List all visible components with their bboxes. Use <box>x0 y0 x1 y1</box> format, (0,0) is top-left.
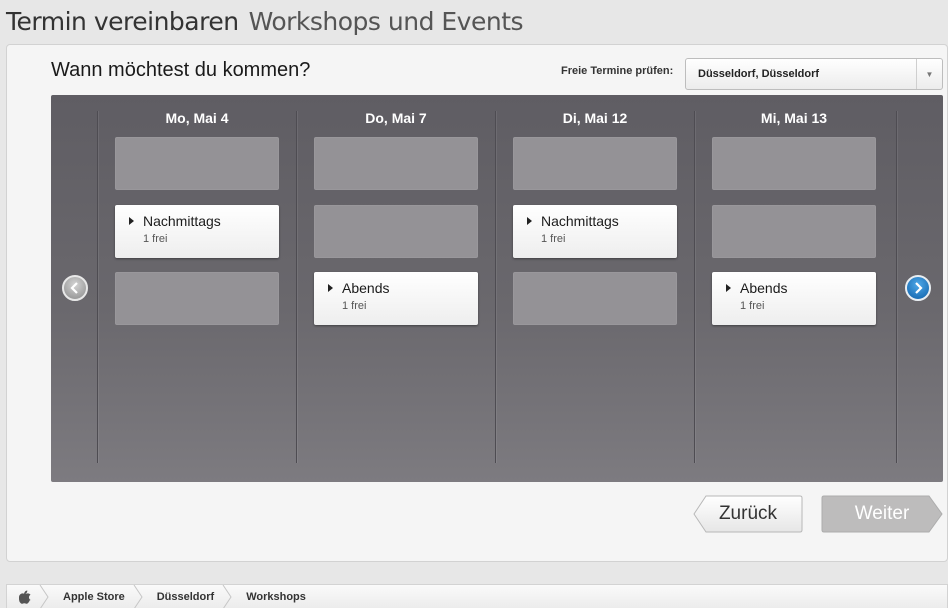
day-header: Di, Mai 12 <box>562 110 628 126</box>
triangle-right-icon <box>129 217 134 225</box>
calendar-grid: Mo, Mai 4 Nachmittags 1 frei Do, Mai 7 Abend… <box>51 95 943 482</box>
chevron-right-icon <box>915 282 923 294</box>
column-divider <box>495 111 496 463</box>
triangle-right-icon <box>527 217 532 225</box>
column-divider <box>896 111 897 463</box>
day-column: Do, Mai 7 Abends 1 frei <box>314 95 478 482</box>
store-select[interactable]: Düsseldorf, Düsseldorf ▼ <box>685 58 943 90</box>
chevron-left-icon <box>70 282 78 294</box>
column-divider <box>694 111 695 463</box>
time-slot-unavailable <box>115 137 279 190</box>
next-button-label: Weiter <box>854 503 910 524</box>
time-slot-unavailable <box>712 205 876 258</box>
time-slot-unavailable <box>513 272 677 325</box>
time-slot-label: Abends <box>342 280 390 296</box>
time-slot-available[interactable]: Nachmittags 1 frei <box>513 205 677 258</box>
breadcrumb-item[interactable]: Düsseldorf <box>139 584 232 608</box>
time-slot-available[interactable]: Nachmittags 1 frei <box>115 205 279 258</box>
triangle-right-icon <box>328 284 333 292</box>
time-slot-unavailable <box>712 137 876 190</box>
time-slot-count: 1 frei <box>143 233 168 245</box>
time-slot-label: Nachmittags <box>541 213 619 229</box>
triangle-right-icon <box>726 284 731 292</box>
booking-question: Wann möchtest du kommen? <box>51 59 311 81</box>
day-header: Mi, Mai 13 <box>760 110 828 126</box>
column-divider <box>296 111 297 463</box>
day-column: Di, Mai 12 Nachmittags 1 frei <box>513 95 677 482</box>
breadcrumb-item[interactable]: Workshops <box>228 585 320 608</box>
time-slot-label: Abends <box>740 280 788 296</box>
back-button[interactable]: Zurück <box>693 495 803 533</box>
time-slot-unavailable <box>314 205 478 258</box>
time-slot-count: 1 frei <box>541 233 566 245</box>
chevron-down-icon[interactable]: ▼ <box>916 59 942 89</box>
booking-panel: Wann möchtest du kommen? Freie Termine p… <box>6 44 948 562</box>
page-title: Termin vereinbaren <box>6 6 239 36</box>
breadcrumb-label: Düsseldorf <box>156 590 215 603</box>
column-divider <box>97 111 98 463</box>
page-subtitle: Workshops und Events <box>248 6 524 36</box>
breadcrumb-home[interactable] <box>7 584 49 608</box>
next-button[interactable]: Weiter <box>821 495 943 533</box>
time-slot-available[interactable]: Abends 1 frei <box>712 272 876 325</box>
store-select-label: Freie Termine prüfen: <box>561 65 674 77</box>
time-slot-count: 1 frei <box>740 300 765 312</box>
breadcrumb-item[interactable]: Apple Store <box>45 584 143 608</box>
time-slot-unavailable <box>314 137 478 190</box>
page-header: Termin vereinbaren Workshops und Events <box>0 0 948 42</box>
day-column: Mo, Mai 4 Nachmittags 1 frei <box>115 95 279 482</box>
apple-logo-icon <box>19 590 31 604</box>
day-header: Mo, Mai 4 <box>165 110 229 126</box>
previous-dates-button[interactable] <box>62 275 88 301</box>
time-slot-label: Nachmittags <box>143 213 221 229</box>
breadcrumb-label: Workshops <box>246 590 306 603</box>
breadcrumb: Apple Store Düsseldorf Workshops <box>6 584 948 608</box>
time-slot-unavailable <box>115 272 279 325</box>
time-slot-count: 1 frei <box>342 300 367 312</box>
next-dates-button[interactable] <box>905 275 931 301</box>
back-button-label: Zurück <box>718 503 778 524</box>
breadcrumb-label: Apple Store <box>63 590 125 603</box>
time-slot-available[interactable]: Abends 1 frei <box>314 272 478 325</box>
day-column: Mi, Mai 13 Abends 1 frei <box>712 95 876 482</box>
store-select-value: Düsseldorf, Düsseldorf <box>698 68 820 80</box>
day-header: Do, Mai 7 <box>365 110 427 126</box>
time-slot-unavailable <box>513 137 677 190</box>
